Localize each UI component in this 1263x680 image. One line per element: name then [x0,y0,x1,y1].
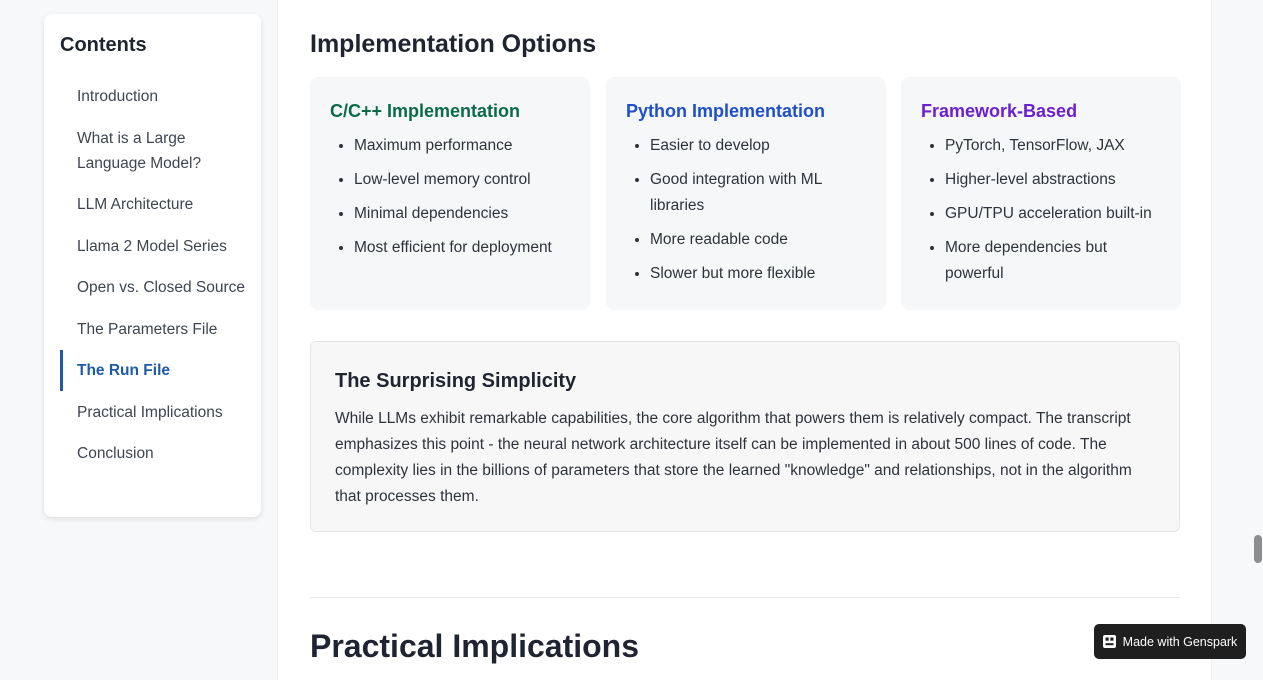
toc-item-open-vs-closed[interactable]: Open vs. Closed Source [44,275,261,300]
toc-item-conclusion[interactable]: Conclusion [44,441,261,466]
list-item: GPU/TPU acceleration built-in [945,201,1161,227]
card-points: Maximum performance Low-level memory con… [330,133,570,261]
card-framework-based: Framework-Based PyTorch, TensorFlow, JAX… [901,77,1181,310]
card-title: Framework-Based [921,101,1078,121]
card-title: Python Implementation [626,101,826,121]
callout-text: While LLMs exhibit remarkable capabiliti… [335,410,1132,505]
card-points: Easier to develop Good integration with … [626,133,866,287]
table-of-contents: Contents Introduction What is a Large La… [44,14,261,517]
list-item: More readable code [650,227,866,253]
toc-item-introduction[interactable]: Introduction [44,84,261,109]
toc-item-llm-architecture[interactable]: LLM Architecture [44,192,261,217]
made-with-genspark-button[interactable]: Made with Genspark [1094,624,1246,659]
toc-item-practical-implications[interactable]: Practical Implications [44,400,261,425]
list-item: Slower but more flexible [650,261,866,287]
list-item: Higher-level abstractions [945,167,1161,193]
badge-label: Made with Genspark [1122,634,1238,649]
simplicity-callout: The Surprising Simplicity While LLMs exh… [310,341,1180,532]
contents-title: Contents [60,34,147,56]
toc-item-run-file[interactable]: The Run File [44,350,261,391]
section-divider [310,597,1180,598]
toc-item-llama-2[interactable]: Llama 2 Model Series [44,234,261,259]
card-points: PyTorch, TensorFlow, JAX Higher-level ab… [921,133,1161,287]
list-item: Minimal dependencies [354,201,570,227]
next-section-title: Practical Implications [310,628,640,664]
list-item: Good integration with ML libraries [650,167,866,219]
list-item: Easier to develop [650,133,866,159]
toc-item-what-is-llm[interactable]: What is a Large Language Model? [44,126,261,176]
list-item: More dependencies but powerful [945,235,1161,287]
toc-item-parameters-file[interactable]: The Parameters File [44,317,261,342]
card-title: C/C++ Implementation [330,101,521,121]
genspark-logo-icon [1102,635,1116,648]
section-title: Implementation Options [310,30,597,58]
toc-list: Introduction What is a Large Language Mo… [44,84,261,483]
card-python-implementation: Python Implementation Easier to develop … [606,77,886,310]
list-item: Most efficient for deployment [354,235,570,261]
list-item: PyTorch, TensorFlow, JAX [945,133,1161,159]
article-content: Implementation Options C/C++ Implementat… [277,0,1212,680]
list-item: Low-level memory control [354,167,570,193]
list-item: Maximum performance [354,133,570,159]
scrollbar-thumb[interactable] [1254,535,1262,563]
callout-title: The Surprising Simplicity [335,370,577,392]
card-cpp-implementation: C/C++ Implementation Maximum performance… [310,77,590,310]
